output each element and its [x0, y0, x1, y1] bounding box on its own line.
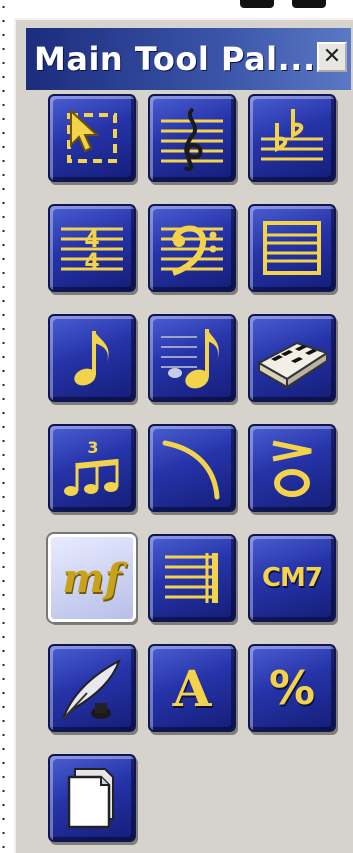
lyrics-tool-button[interactable] [48, 644, 136, 732]
articulation-tool-button[interactable] [248, 424, 336, 512]
left-dotted-edge [2, 0, 5, 853]
tuplet-tool-button[interactable]: 3 [48, 424, 136, 512]
close-button[interactable]: ✕ [317, 42, 347, 72]
measure-repeat-tool-button[interactable]: % [248, 644, 336, 732]
text-tool-button[interactable]: A [148, 644, 236, 732]
page-layout-tool-button[interactable] [48, 754, 136, 842]
chord-tool-button[interactable]: CM7 [248, 534, 336, 622]
keyboard-icon [257, 341, 327, 389]
expression-tool-button[interactable]: mf [48, 534, 136, 622]
time-signature-icon: 4 4 [61, 227, 123, 275]
articulation-icon [272, 440, 312, 497]
main-tool-palette: Main Tool Pal... ✕ 4 4 3 mf CM7 A % [14, 18, 353, 853]
measure-repeat-icon: % [268, 661, 316, 715]
staff-layout-tool-button[interactable] [248, 204, 336, 292]
keyboard-tool-button[interactable] [248, 314, 336, 402]
selection-tool-icon [67, 108, 117, 163]
selection-tool-button[interactable] [48, 94, 136, 182]
bass-clef-tool-button[interactable] [148, 204, 236, 292]
speedy-entry-tool-button[interactable] [48, 314, 136, 402]
svg-text:4: 4 [84, 250, 99, 275]
time-signature-tool-button[interactable]: 4 4 [48, 204, 136, 292]
slur-icon [162, 440, 220, 500]
text-icon: A [172, 658, 212, 718]
repeat-icon [165, 553, 218, 603]
chord-icon: CM7 [261, 563, 323, 593]
close-icon: ✕ [322, 44, 342, 69]
background-fragment [240, 0, 330, 8]
simple-entry-tool-button[interactable] [148, 314, 236, 402]
key-signature-tool-button[interactable] [248, 94, 336, 182]
svg-text:3: 3 [87, 438, 98, 457]
bass-clef-icon [161, 225, 223, 276]
tuplet-icon: 3 [64, 438, 119, 496]
lyrics-icon [62, 658, 121, 720]
treble-clef-staff-icon [161, 107, 223, 172]
key-signature-icon [261, 109, 323, 161]
staff-icon [263, 221, 321, 275]
page-layout-icon [67, 768, 114, 829]
palette-titlebar[interactable]: Main Tool Pal... ✕ [26, 28, 351, 90]
eighth-note-icon [74, 331, 109, 386]
expression-icon: mf [62, 554, 122, 602]
simple-entry-icon [161, 329, 219, 389]
staff-tool-button[interactable] [148, 94, 236, 182]
slur-tool-button[interactable] [148, 424, 236, 512]
palette-title: Main Tool Pal... [34, 40, 316, 78]
repeat-tool-button[interactable] [148, 534, 236, 622]
